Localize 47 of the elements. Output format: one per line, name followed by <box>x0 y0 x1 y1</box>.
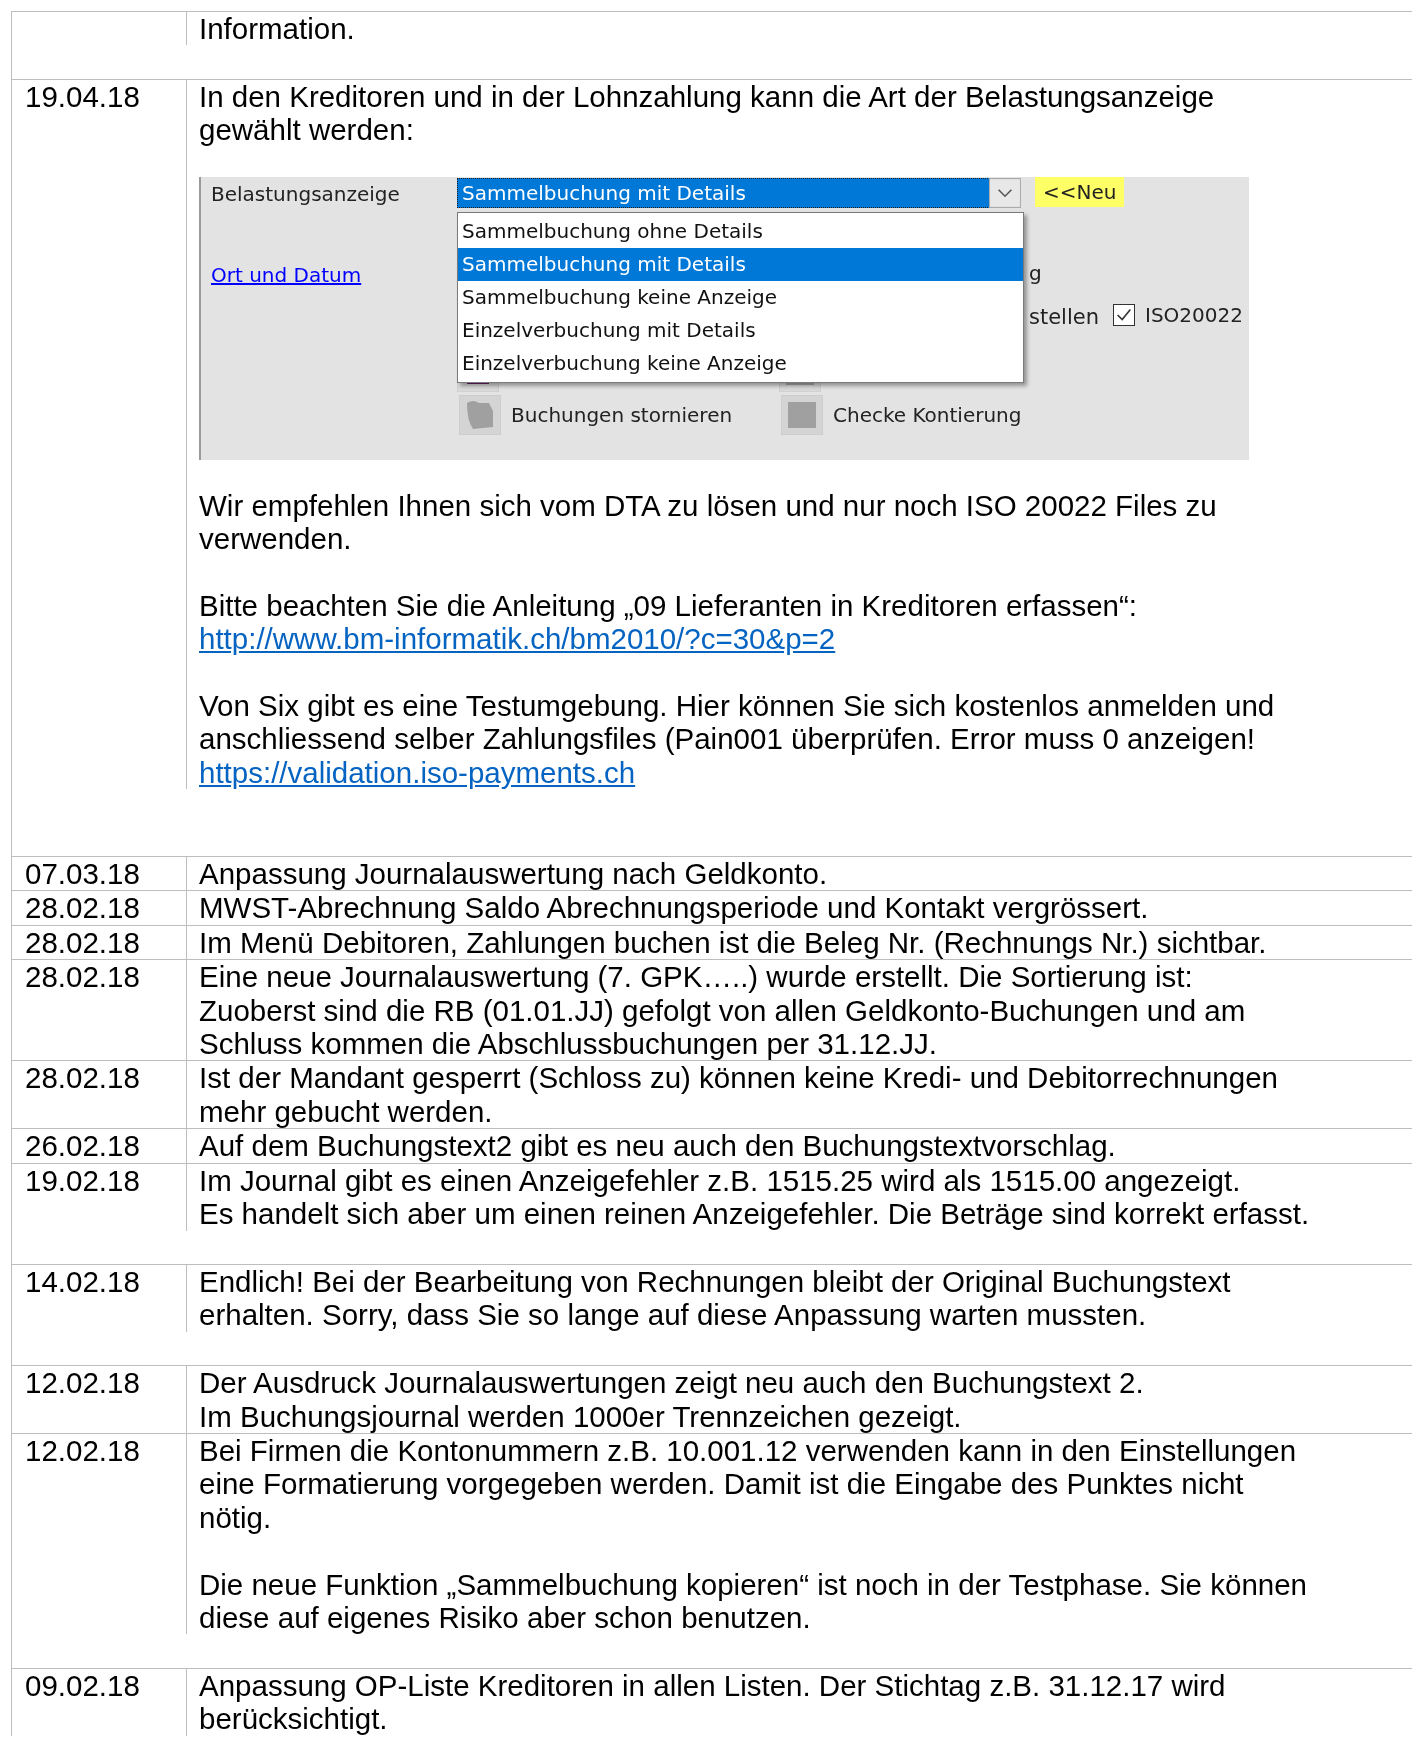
paragraph-text: In den Kreditoren und in der Lohnzahlung kann die Art der Belastungsanzeige gewählt werden: <box>199 79 1216 147</box>
stamp-icon[interactable] <box>459 394 501 435</box>
paragraph-text: Ist der Mandant gesperrt (Schloss zu) können keine Kredi- und Debitorrechnungen mehr gebucht werden. <box>199 1061 1279 1129</box>
paragraph-text: Anpassung Journalauswertung nach Geldkonto. <box>199 857 829 891</box>
paragraph-text: Der Ausdruck Journalauswertungen zeigt neu auch den Buchungstext 2. Im Buchungsjournal werden 1000er Trennzeichen gezeigt. <box>199 1366 1145 1433</box>
date-text: 12.02.18 <box>25 1366 140 1400</box>
dropdown-field[interactable]: Sammelbuchung mit Details <box>457 177 1020 208</box>
checkbox[interactable] <box>1113 303 1135 326</box>
paragraph-text: Wir empfehlen Ihnen sich vom DTA zu lösen und nur noch ISO 20022 Files zu verwenden. <box>199 488 1218 556</box>
date-text: 28.02.18 <box>25 1061 140 1095</box>
date-text: 14.02.18 <box>25 1264 140 1298</box>
paragraph-text: Von Six gibt es eine Testumgebung. Hier können Sie sich kostenlos anmelden und anschliessend selber Zahlungsfiles (Pain001 überprüfen. Error muss 0 anzeigen! https://validation.iso-payments.ch <box>199 689 1276 790</box>
date-text: 26.02.18 <box>25 1129 140 1163</box>
paragraph-text: Anpassung OP-Liste Kreditoren in allen Listen. Der Stichtag z.B. 31.12.17 wird berücksichtigt. <box>199 1668 1227 1736</box>
dropdown-option[interactable]: Einzelverbuchung keine Anzeige <box>458 346 1023 380</box>
web-link[interactable]: http://www.bm-informatik.ch/bm2010/?c=30&p=2 <box>199 622 836 656</box>
date-text: 28.02.18 <box>25 960 140 994</box>
paragraph-text: MWST-Abrechnung Saldo Abrechnungsperiode und Kontakt vergrössert. <box>199 891 1150 925</box>
dropdown-option[interactable]: Sammelbuchung keine Anzeige <box>458 280 1023 314</box>
dropdown-option[interactable]: Sammelbuchung ohne Details <box>458 214 1023 248</box>
field-label: Belastungsanzeige <box>211 180 400 207</box>
date-text: 28.02.18 <box>25 891 140 925</box>
checkbox-label: ISO20022 <box>1145 301 1243 328</box>
label-text: g <box>1029 259 1042 286</box>
dropdown-option[interactable]: Einzelverbuchung mit Details <box>458 313 1023 347</box>
place-date-link[interactable]: Ort und Datum <box>211 261 362 288</box>
date-text: 07.03.18 <box>25 857 140 891</box>
date-text: 28.02.18 <box>25 925 140 959</box>
date-text: 12.02.18 <box>25 1433 140 1467</box>
web-link[interactable]: https://validation.iso-payments.ch <box>199 755 636 789</box>
date-text: 19.02.18 <box>25 1163 140 1197</box>
paragraph-text: Endlich! Bei der Bearbeitung von Rechnungen bleibt der Original Buchungstext erhalten. Sorry, dass Sie so lange auf diese Anpassung warten mussten. <box>199 1264 1232 1332</box>
paragraph-text: Im Journal gibt es einen Anzeigefehler z.B. 1515.25 wird als 1515.00 angezeigt. Es handelt sich aber um einen reinen Anzeigefehler. Die Beträge sind korrekt erfasst. <box>199 1163 1311 1231</box>
new-badge: <<Neu <box>1035 176 1125 207</box>
action-label[interactable]: Buchungen stornieren <box>511 401 733 428</box>
paragraph-text: Eine neue Journalauswertung (7. GPK…..) wurde erstellt. Die Sortierung ist: Zuoberst sind die RB (01.01.JJ) gefolgt von allen Geldkonto-Buchungen und am Schluss kommen die Abschlussbuchungen per 31.12.JJ. <box>199 960 1247 1061</box>
paragraph-text: Die neue Funktion „Sammelbuchung kopieren“ ist noch in der Testphase. Sie können diese auf eigenes Risiko aber schon benutzen. <box>199 1567 1308 1635</box>
label-text: stellen <box>1029 303 1099 330</box>
date-text: 19.04.18 <box>25 79 140 113</box>
paragraph-text: Bitte beachten Sie die Anleitung „09 Lieferanten in Kreditoren erfassen“: http://www.bm-informatik.ch/bm2010/?c=30&p=2 <box>199 588 1139 656</box>
action-label[interactable]: Checke Kontierung <box>833 401 1022 428</box>
paragraph-text: Im Menü Debitoren, Zahlungen buchen ist die Beleg Nr. (Rechnungs Nr.) sichtbar. <box>199 925 1268 960</box>
date-text: 09.02.18 <box>25 1668 140 1702</box>
paragraph-text: Auf dem Buchungstext2 gibt es neu auch den Buchungstextvorschlag. <box>199 1129 1117 1163</box>
dropdown-option[interactable]: Sammelbuchung mit Details <box>458 247 1023 281</box>
paragraph-text: Information. <box>199 12 356 46</box>
paragraph-text: Bei Firmen die Kontonummern z.B. 10.001.12 verwenden kann in den Einstellungen eine Formatierung vorgegeben werden. Damit ist die Eingabe des Punktes nicht nötig. <box>199 1433 1298 1535</box>
